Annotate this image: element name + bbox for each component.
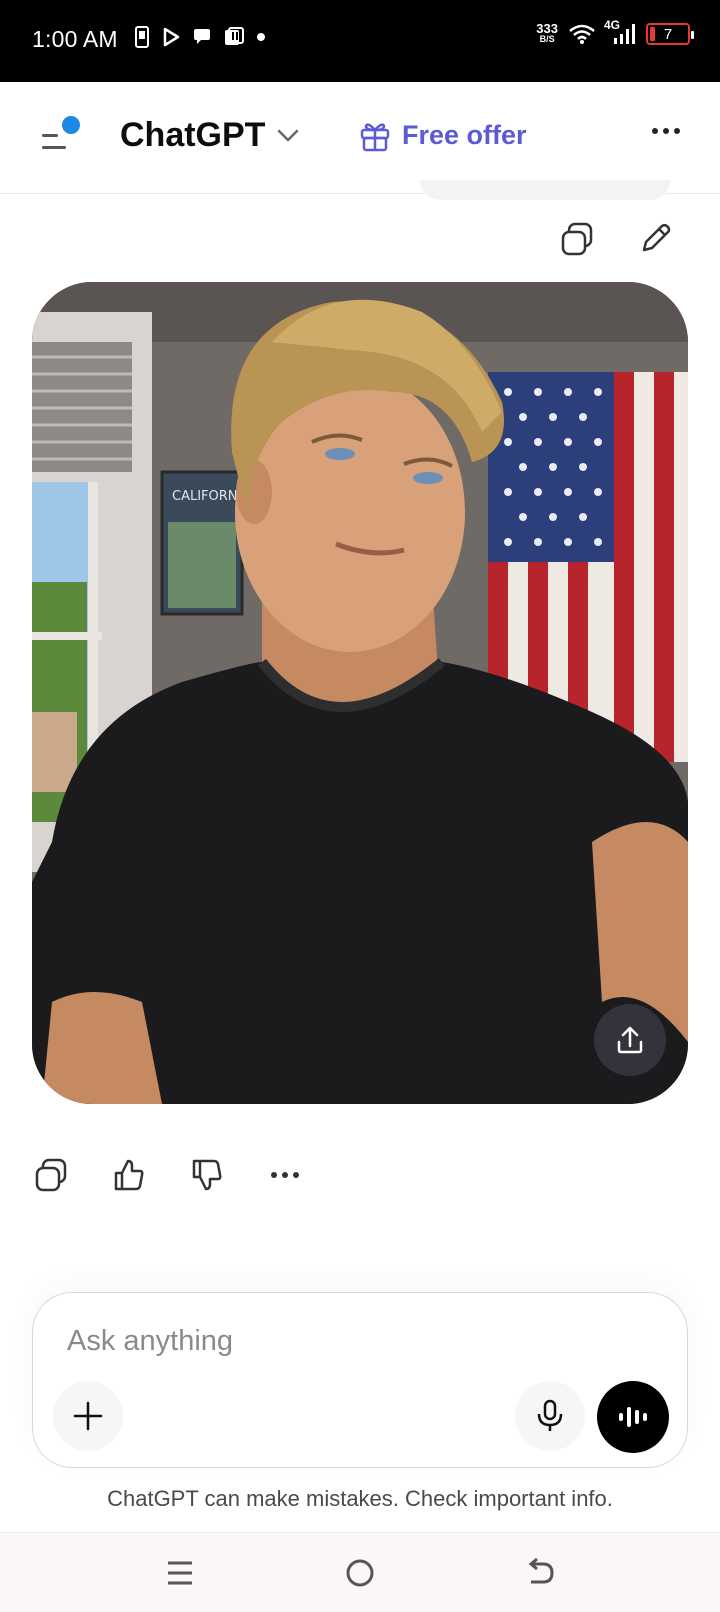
system-icons: 333 B/S 4G 7 — [536, 18, 694, 46]
add-attachment-button[interactable] — [53, 1381, 123, 1451]
free-offer-label: Free offer — [402, 119, 527, 150]
status-time: 1:00 AM — [32, 26, 118, 52]
copy-icon[interactable] — [34, 1158, 68, 1192]
chevron-down-icon — [278, 129, 299, 141]
thumbs-up-icon[interactable] — [112, 1158, 146, 1192]
home-button[interactable] — [340, 1553, 380, 1593]
app-header: ChatGPT Free offer — [0, 82, 720, 194]
dot-icon — [257, 33, 265, 41]
document-icon — [225, 27, 244, 45]
free-offer-button[interactable]: Free offer — [358, 118, 527, 152]
battery-indicator: 7 — [646, 23, 694, 45]
edit-icon[interactable] — [638, 222, 672, 256]
portrait-illustration: CALIFORNIA — [32, 282, 688, 1104]
thumbs-down-icon[interactable] — [190, 1158, 224, 1192]
notification-icons — [134, 26, 266, 48]
back-icon — [528, 1558, 554, 1584]
gift-icon — [360, 123, 390, 152]
notification-dot — [62, 116, 80, 134]
plus-icon — [73, 1401, 103, 1431]
dictate-button[interactable] — [515, 1381, 585, 1451]
voice-mode-button[interactable] — [597, 1381, 669, 1453]
response-actions — [34, 1158, 302, 1192]
disclaimer-text: ChatGPT can make mistakes. Check importa… — [107, 1486, 613, 1511]
voice-waveform-icon — [619, 1407, 647, 1427]
system-nav-bar — [0, 1532, 720, 1612]
chat-bubble-icon — [194, 29, 210, 44]
network-type: 4G — [604, 18, 621, 32]
more-icon[interactable] — [268, 1158, 302, 1192]
generated-image[interactable]: CALIFORNIA — [32, 282, 688, 1104]
recent-apps-button[interactable] — [160, 1553, 200, 1593]
model-selector[interactable]: ChatGPT — [120, 116, 299, 155]
back-button[interactable] — [520, 1553, 560, 1593]
status-bar: 1:00 AM 333 B/S 4G 7 — [0, 0, 720, 82]
message-actions-top — [560, 222, 672, 256]
ask-input[interactable]: Ask anything — [67, 1325, 233, 1358]
cellular-signal: 4G — [604, 18, 636, 46]
message-composer: Ask anything — [32, 1292, 688, 1468]
copy-icon[interactable] — [560, 222, 594, 256]
menu-icon — [168, 1561, 192, 1585]
more-options-button[interactable] — [652, 128, 680, 134]
phone-icon — [135, 26, 149, 48]
wifi-icon — [569, 24, 595, 44]
sidebar-menu-button[interactable] — [36, 114, 84, 162]
microphone-icon — [537, 1399, 563, 1431]
battery-level: 7 — [663, 25, 673, 43]
net-speed: 333 B/S — [536, 21, 558, 45]
share-image-button[interactable] — [594, 1004, 666, 1076]
previous-message-bubble — [420, 180, 670, 200]
play-icon — [163, 27, 180, 47]
upload-icon — [617, 1026, 643, 1054]
net-speed-value: 333 — [536, 21, 558, 36]
home-circle-icon — [346, 1559, 374, 1587]
app-title: ChatGPT — [120, 116, 266, 154]
